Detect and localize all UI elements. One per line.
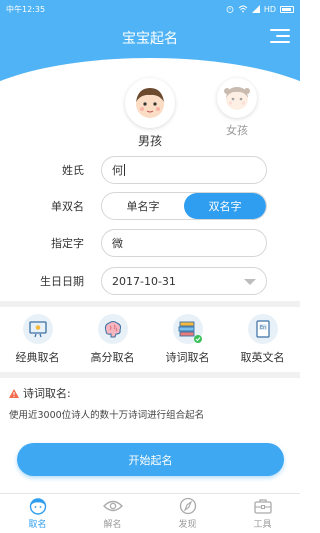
compass-icon: [179, 497, 196, 515]
fixed-char-label: 指定字: [51, 237, 84, 250]
info-title: 诗词取名:: [23, 387, 71, 400]
check-badge-icon: [193, 335, 202, 343]
text-cursor: [124, 164, 125, 176]
category-poetry-label: 诗词取名: [165, 351, 210, 364]
category-classic-label: 经典取名: [15, 351, 60, 364]
english-book-icon: En: [247, 314, 278, 344]
warning-icon: [9, 388, 19, 398]
start-naming-button[interactable]: 开始起名: [17, 443, 284, 476]
chevron-down-icon: [244, 279, 256, 285]
category-high-score[interactable]: 高分取名: [75, 314, 150, 365]
birthday-label: 生日日期: [40, 275, 84, 288]
surname-input[interactable]: 何: [101, 156, 267, 184]
category-english[interactable]: En 取英文名: [225, 314, 300, 365]
app-root: 中午12:35 HD 宝宝起名 男孩 女孩 姓氏 何 单双名 单名字 双名字 指…: [0, 0, 300, 533]
svg-text:En: En: [259, 325, 265, 331]
birthday-value: 2017-10-31: [112, 274, 176, 288]
fixed-char-input[interactable]: 微: [101, 229, 267, 257]
menu-icon[interactable]: [270, 28, 290, 44]
girl-avatar: [217, 78, 257, 118]
name-type-toggle: 单名字 双名字: [101, 192, 267, 220]
gender-boy-option[interactable]: 男孩: [125, 78, 175, 149]
nav-label-tools: 工具: [253, 520, 272, 530]
eye-icon: [102, 500, 123, 512]
info-section: 诗词取名: 使用近3000位诗人的数十万诗词进行组合起名: [9, 385, 294, 421]
boy-face-icon: [136, 88, 164, 118]
girl-face-icon: [224, 87, 250, 110]
gender-girl-option[interactable]: 女孩: [217, 78, 257, 138]
nav-item-discover[interactable]: 发现: [150, 494, 225, 533]
bottom-nav: 取名 解名 发现 工具: [0, 493, 300, 533]
signal-icon: [251, 5, 260, 13]
nav-label-interpret: 解名: [103, 520, 122, 530]
category-high-score-label: 高分取名: [90, 351, 135, 364]
books-icon: [172, 314, 203, 344]
status-icons: HD: [226, 5, 294, 14]
nav-item-naming[interactable]: 取名: [0, 494, 75, 533]
name-type-label: 单双名: [51, 200, 84, 213]
nav-label-discover: 发现: [178, 520, 197, 530]
surname-label: 姓氏: [62, 164, 84, 177]
battery-icon: [280, 5, 294, 13]
category-poetry[interactable]: 诗词取名: [150, 314, 225, 365]
category-classic[interactable]: 经典取名: [0, 314, 75, 365]
nav-item-tools[interactable]: 工具: [225, 494, 300, 533]
brain-icon: [97, 314, 128, 344]
surname-value: 何: [112, 164, 123, 177]
wifi-icon: [238, 5, 248, 13]
birthday-select[interactable]: 2017-10-31: [101, 267, 267, 295]
alarm-icon: [226, 6, 234, 13]
page-title: 宝宝起名: [122, 31, 178, 47]
section-divider: [0, 301, 300, 307]
section-divider-2: [0, 372, 300, 378]
info-heading: 诗词取名:: [9, 385, 294, 401]
boy-avatar: [125, 78, 175, 128]
nav-item-interpret[interactable]: 解名: [75, 494, 150, 533]
baby-face-icon: [29, 498, 46, 515]
fixed-char-value: 微: [112, 237, 123, 250]
certificate-icon: [22, 314, 53, 344]
double-name-option[interactable]: 双名字: [184, 193, 266, 219]
status-time: 中午12:35: [6, 4, 46, 14]
girl-label: 女孩: [226, 124, 248, 137]
network-type: HD: [263, 4, 276, 14]
info-description: 使用近3000位诗人的数十万诗词进行组合起名: [9, 410, 205, 421]
toolbox-icon: [253, 499, 272, 514]
boy-label: 男孩: [137, 134, 162, 148]
single-name-option[interactable]: 单名字: [102, 193, 184, 219]
category-english-label: 取英文名: [240, 351, 285, 364]
status-bar: 中午12:35 HD: [0, 0, 300, 18]
nav-label-naming: 取名: [28, 520, 47, 530]
